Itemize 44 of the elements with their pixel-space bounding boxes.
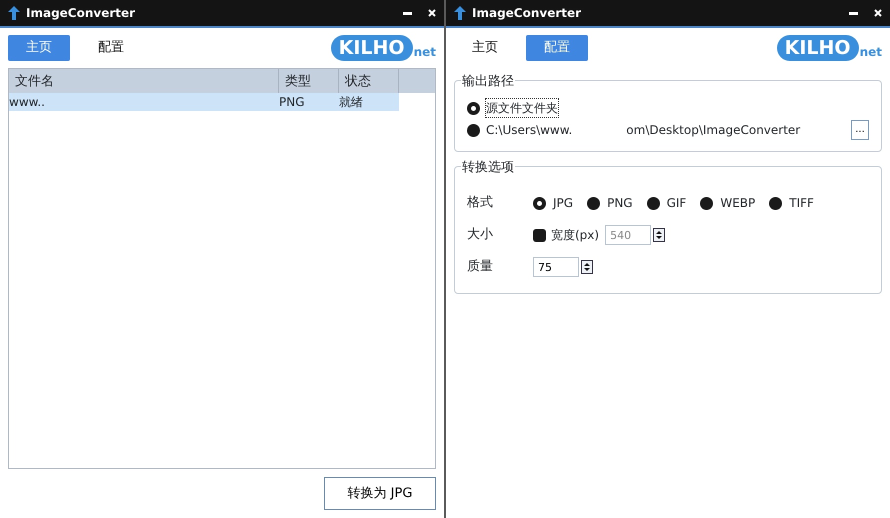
radio-button[interactable] xyxy=(467,102,480,114)
close-icon[interactable] xyxy=(874,9,882,17)
radio-label[interactable]: 源文件文件夹 xyxy=(486,99,558,117)
app-icon xyxy=(454,6,466,20)
tab[interactable]: 配置 xyxy=(526,35,588,61)
table-cell-text: www.. xyxy=(9,94,46,111)
minimize-icon[interactable] xyxy=(403,12,412,14)
app-icon xyxy=(8,6,20,20)
checkbox[interactable] xyxy=(533,228,546,242)
radio-label[interactable]: GIF xyxy=(666,194,686,212)
radio-button[interactable] xyxy=(587,196,600,210)
logo: KILHO xyxy=(776,35,859,61)
minimize-icon[interactable] xyxy=(849,12,858,14)
radio-label[interactable]: PNG xyxy=(607,194,633,212)
tab[interactable]: 主页 xyxy=(8,35,70,61)
window-title: ImageConverter xyxy=(26,5,136,22)
spinner-arrows-icon[interactable] xyxy=(581,260,593,274)
field-label: 质量 xyxy=(467,258,494,276)
radio-button[interactable] xyxy=(467,124,480,136)
radio-label[interactable]: JPG xyxy=(553,194,574,212)
logo: KILHO xyxy=(330,35,413,61)
radio-button[interactable] xyxy=(769,196,782,210)
browse-button[interactable]: ... xyxy=(851,120,869,140)
logo-suffix: net xyxy=(414,44,436,61)
logo-suffix: net xyxy=(860,44,882,61)
spinner-arrows-icon[interactable] xyxy=(653,228,666,242)
table-cell-text: PNG xyxy=(279,94,306,111)
quality-field[interactable]: 75 xyxy=(533,257,579,277)
radio-button[interactable] xyxy=(646,196,660,210)
table-cell-text: 就绪 xyxy=(339,94,364,111)
field-label: 大小 xyxy=(467,226,494,244)
tab[interactable]: 主页 xyxy=(454,35,516,61)
radio-label[interactable]: C:\Users\www. xyxy=(486,121,572,139)
window-title: ImageConverter xyxy=(472,5,582,22)
close-icon[interactable] xyxy=(428,9,436,17)
convert-button[interactable]: 转换为 JPG xyxy=(324,477,436,510)
radio-label[interactable]: WEBP xyxy=(720,194,756,212)
field-label: 格式 xyxy=(467,194,494,212)
radio-label[interactable]: TIFF xyxy=(789,194,814,212)
radio-button[interactable] xyxy=(533,196,546,210)
checkbox-label[interactable]: 宽度(px) xyxy=(551,226,600,244)
radio-label[interactable]: om\Desktop\ImageConverter xyxy=(626,121,800,139)
tab[interactable]: 配置 xyxy=(80,35,142,61)
radio-button[interactable] xyxy=(700,196,714,210)
